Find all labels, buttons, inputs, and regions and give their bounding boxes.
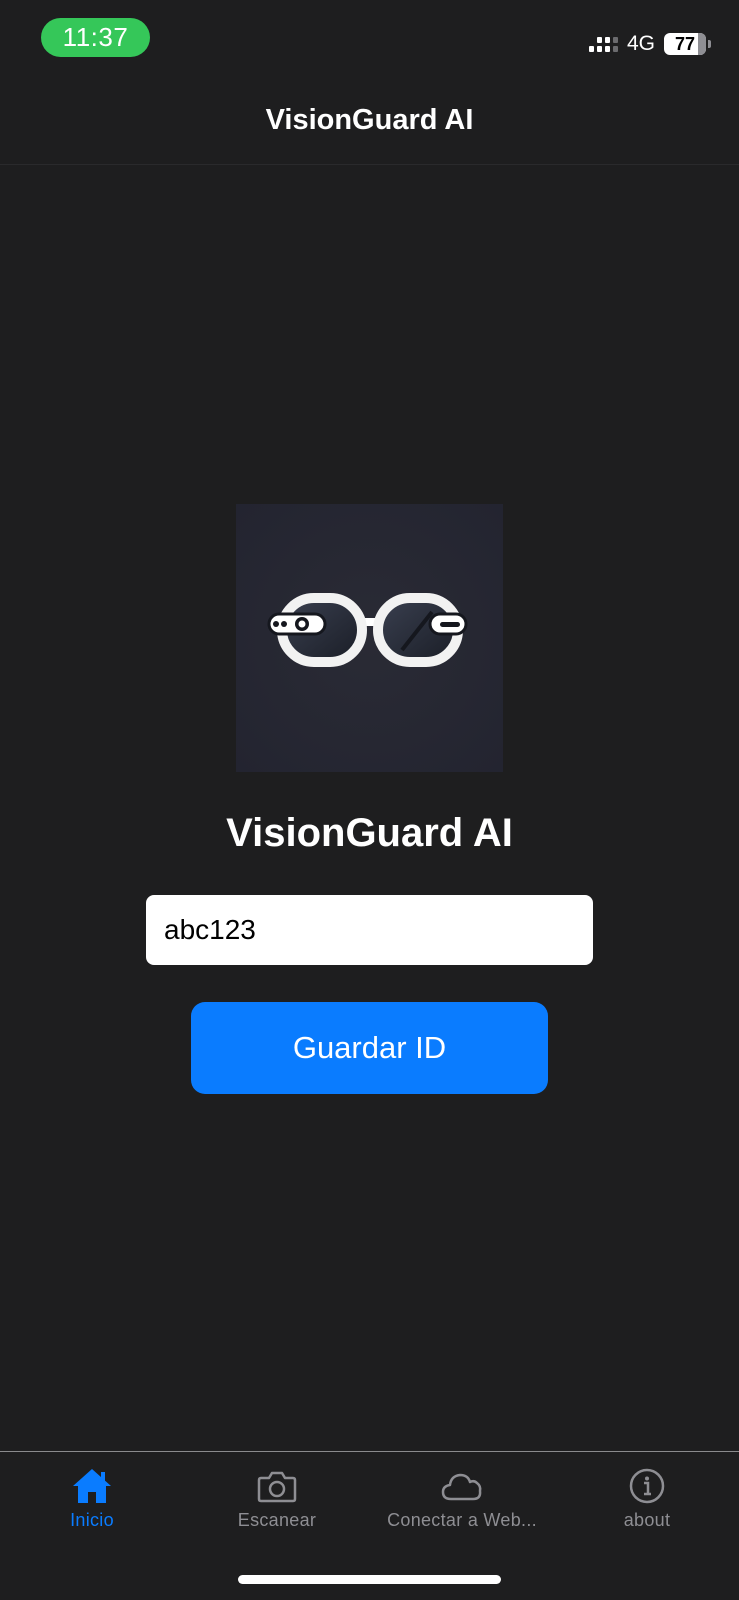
battery-tip [708,40,711,48]
home-indicator[interactable] [238,1575,501,1584]
status-time: 11:37 [41,18,150,57]
tab-label: about [623,1510,671,1530]
id-input[interactable] [146,895,593,965]
status-indicators: 4G 77 [588,31,711,57]
nav-divider [0,164,739,165]
tab-label: Conectar a Web... [387,1510,537,1530]
home-icon [73,1469,111,1503]
app-logo [236,504,503,772]
tab-escanear[interactable]: Escanear [185,1466,369,1531]
nav-title: VisionGuard AI [265,104,474,136]
battery-icon: 77 [664,33,706,55]
tab-label: Inicio [70,1510,114,1530]
network-type: 4G [626,32,655,55]
info-icon [629,1468,665,1504]
tab-conectar-web[interactable]: Conectar a Web... [370,1466,554,1531]
signal-icon [588,36,618,52]
app-screen: 11:37 4G 77 VisionGuard AI VisionGuard A… [0,0,739,1600]
app-name-heading: VisionGuard AI [226,811,513,855]
battery-level: 77 [674,33,696,54]
tab-inicio[interactable]: Inicio [0,1466,184,1531]
camera-icon [257,1471,297,1503]
cloud-icon [441,1473,482,1501]
save-id-button[interactable]: Guardar ID [191,1002,548,1094]
smart-glasses-icon [236,504,503,772]
tab-label: Escanear [237,1510,317,1530]
tab-about[interactable]: about [555,1466,739,1531]
